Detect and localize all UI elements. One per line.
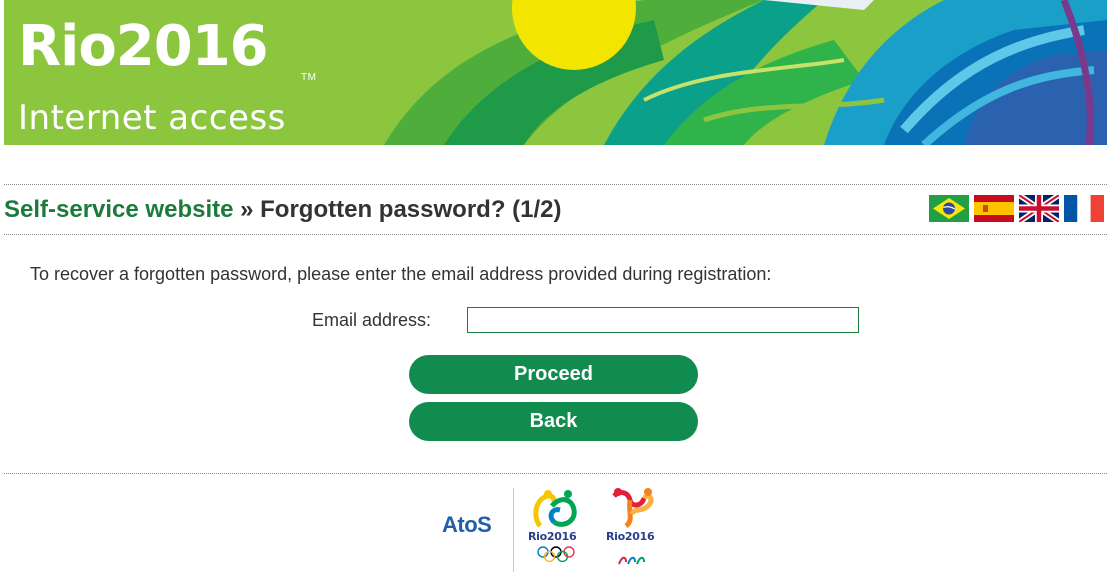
page: Rio2016 TM Internet access Self-service …	[0, 0, 1107, 578]
proceed-button[interactable]: Proceed	[409, 355, 698, 394]
footer-divider	[4, 473, 1107, 474]
rio2016-olympic-emblem-icon	[533, 490, 577, 528]
rio2016-logo: Rio2016	[18, 14, 269, 79]
brazil-flag-icon[interactable]	[929, 195, 969, 222]
olympic-caption: Rio2016	[528, 530, 577, 543]
rio2016-paralympic-emblem-icon	[612, 488, 654, 528]
banner-subtitle: Internet access	[18, 98, 286, 138]
spain-flag-icon[interactable]	[974, 195, 1014, 222]
top-divider	[4, 184, 1107, 185]
uk-flag-icon[interactable]	[1019, 195, 1059, 222]
header-divider	[4, 234, 1107, 235]
paralympic-caption: Rio2016	[606, 530, 655, 543]
breadcrumb-separator: »	[233, 196, 261, 223]
france-flag-icon[interactable]	[1064, 195, 1104, 222]
page-title: Self-service website » Forgotten passwor…	[4, 196, 562, 224]
agitos-icon	[618, 556, 645, 565]
breadcrumb-link-self-service[interactable]: Self-service website	[4, 196, 233, 223]
email-label: Email address:	[312, 310, 432, 330]
rio2016-banner: Rio2016 TM Internet access	[4, 0, 1107, 145]
olympic-rings-icon	[537, 546, 575, 562]
footer-logos: AtoS Rio2016 Rio2016	[438, 486, 678, 574]
instructions-text: To recover a forgotten password, please …	[30, 264, 772, 284]
page-title-text: Forgotten password? (1/2)	[260, 196, 562, 223]
back-button[interactable]: Back	[409, 402, 698, 441]
email-input[interactable]	[467, 307, 859, 333]
logo-separator	[513, 488, 514, 572]
trademark-mark: TM	[301, 72, 317, 83]
atos-logo: AtoS	[442, 512, 492, 537]
